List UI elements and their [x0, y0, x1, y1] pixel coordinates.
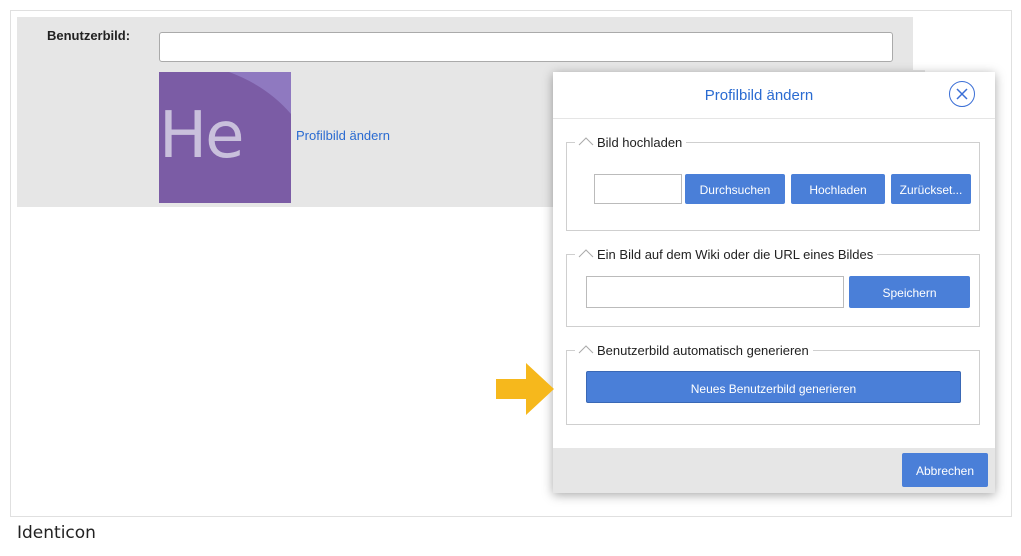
- user-image-label: Benutzerbild:: [47, 28, 131, 43]
- generate-legend-label: Benutzerbild automatisch generieren: [597, 343, 809, 358]
- url-legend-label: Ein Bild auf dem Wiki oder die URL eines…: [597, 247, 874, 262]
- upload-button[interactable]: Hochladen: [791, 174, 885, 204]
- dialog-title: Profilbild ändern: [704, 87, 814, 104]
- change-profile-image-link[interactable]: Profilbild ändern: [296, 128, 390, 143]
- file-input[interactable]: [594, 174, 682, 204]
- avatar: He: [159, 72, 291, 203]
- generate-legend[interactable]: Benutzerbild automatisch generieren: [575, 343, 813, 358]
- generate-avatar-button[interactable]: Neues Benutzerbild generieren: [586, 371, 961, 403]
- user-image-input[interactable]: [159, 32, 893, 62]
- title-divider: [553, 118, 995, 119]
- upload-legend[interactable]: Bild hochladen: [575, 135, 686, 150]
- reset-button[interactable]: Zurückset...: [891, 174, 971, 204]
- url-legend[interactable]: Ein Bild auf dem Wiki oder die URL eines…: [575, 247, 877, 262]
- cancel-button[interactable]: Abbrechen: [902, 453, 988, 487]
- image-url-input[interactable]: [586, 276, 844, 308]
- arrow-pointer-icon: [496, 363, 554, 415]
- upload-legend-label: Bild hochladen: [597, 135, 683, 150]
- close-icon: [956, 88, 968, 100]
- browse-button[interactable]: Durchsuchen: [685, 174, 785, 204]
- save-button[interactable]: Speichern: [849, 276, 970, 308]
- close-button[interactable]: [949, 81, 975, 107]
- chevron-up-icon: [578, 137, 594, 146]
- image-caption: Identicon: [17, 523, 96, 543]
- chevron-up-icon: [578, 249, 594, 258]
- change-profile-image-dialog: Profilbild ändern Bild hochladen Durchsu…: [553, 72, 995, 493]
- avatar-initials: He: [159, 99, 244, 173]
- chevron-up-icon: [578, 345, 594, 354]
